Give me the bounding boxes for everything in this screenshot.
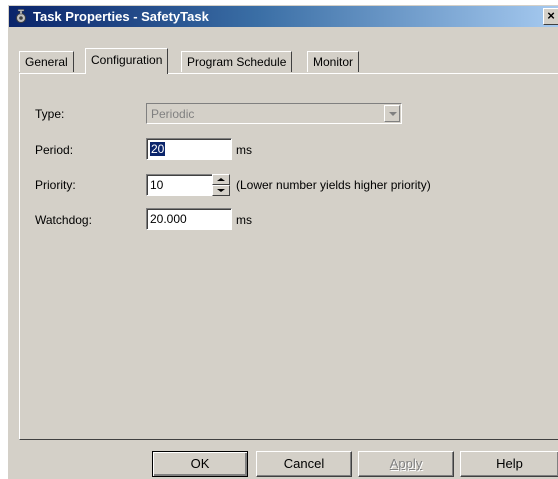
watchdog-unit: ms bbox=[236, 213, 252, 227]
type-label: Type: bbox=[35, 107, 65, 121]
priority-value: 10 bbox=[150, 178, 164, 192]
period-label: Period: bbox=[35, 143, 74, 157]
tab-configuration[interactable]: Configuration bbox=[85, 48, 169, 74]
type-select[interactable]: Periodic bbox=[146, 103, 402, 124]
tab-program-schedule[interactable]: Program Schedule bbox=[181, 51, 293, 72]
close-icon: × bbox=[547, 8, 555, 23]
cancel-button-label: Cancel bbox=[283, 456, 325, 471]
watchdog-label: Watchdog: bbox=[35, 213, 92, 227]
tab-monitor-label: Monitor bbox=[313, 55, 354, 69]
watchdog-input[interactable]: 20.000 bbox=[146, 208, 232, 230]
task-icon bbox=[16, 9, 26, 23]
tab-configuration-label: Configuration bbox=[91, 53, 163, 67]
tab-general[interactable]: General bbox=[19, 51, 74, 72]
chevron-down-icon[interactable] bbox=[384, 105, 400, 122]
cancel-button[interactable]: Cancel bbox=[256, 451, 352, 477]
ok-button[interactable]: OK bbox=[152, 451, 248, 477]
spin-up-icon[interactable] bbox=[212, 174, 230, 185]
tab-monitor[interactable]: Monitor bbox=[307, 51, 360, 72]
period-value: 20 bbox=[150, 142, 166, 156]
spin-down-icon[interactable] bbox=[212, 185, 230, 196]
priority-stepper[interactable] bbox=[212, 174, 230, 196]
period-unit: ms bbox=[236, 143, 252, 157]
period-input[interactable]: 20 bbox=[146, 138, 232, 160]
tab-general-label: General bbox=[25, 55, 68, 69]
priority-input[interactable]: 10 bbox=[146, 174, 214, 196]
configuration-panel bbox=[19, 73, 558, 440]
apply-button-label: Apply bbox=[389, 456, 423, 471]
title-bar[interactable]: Task Properties - SafetyTask × bbox=[9, 6, 558, 27]
tab-program-schedule-label: Program Schedule bbox=[187, 55, 287, 69]
type-value: Periodic bbox=[151, 107, 195, 121]
help-button-label: Help bbox=[496, 456, 523, 471]
priority-hint: (Lower number yields higher priority) bbox=[236, 178, 431, 192]
watchdog-value: 20.000 bbox=[150, 212, 187, 226]
task-properties-dialog: Task Properties - SafetyTask × General C… bbox=[8, 5, 558, 479]
close-button[interactable]: × bbox=[543, 8, 558, 25]
priority-label: Priority: bbox=[35, 178, 76, 192]
help-button[interactable]: Help bbox=[460, 451, 558, 477]
ok-button-label: OK bbox=[190, 456, 210, 471]
apply-button[interactable]: Apply bbox=[358, 451, 454, 477]
window-title: Task Properties - SafetyTask bbox=[33, 9, 209, 24]
